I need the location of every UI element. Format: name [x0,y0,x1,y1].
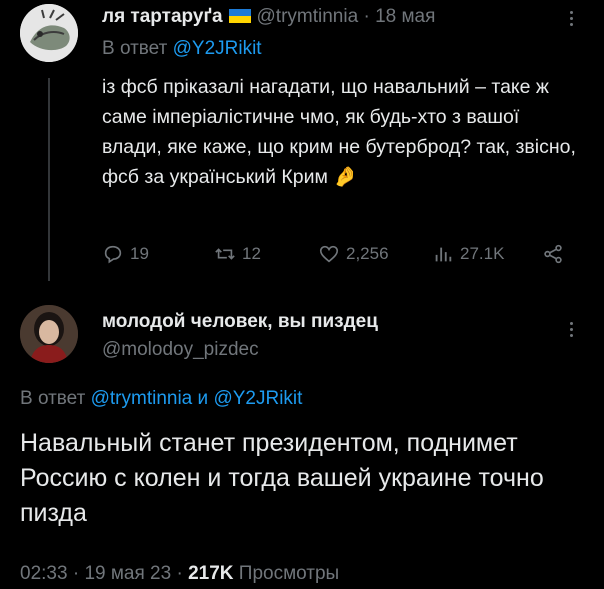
reply-prefix: В ответ [102,38,168,59]
avatar-trymtinnia[interactable] [20,4,78,62]
tweet1-display-name[interactable]: ля тартаруґа [102,6,223,27]
ukraine-flag-icon [228,9,251,23]
tweet2-display-name[interactable]: молодой человек, вы пиздец [102,311,378,333]
views-icon [435,247,452,262]
like-count: 2,256 [346,244,389,263]
tweet1-text: із фсб пріказалі нагадати, що навальний … [102,72,582,192]
tweet1-handle[interactable]: @trymtinnia [257,6,359,27]
retweet-icon [215,248,235,260]
share-button[interactable] [542,243,564,265]
retweet-count: 12 [242,244,261,263]
tweet2-views-count: 217K [188,563,234,584]
reply-button[interactable]: 19 [102,243,149,265]
avatar-molodoy-pizdec[interactable] [20,305,78,363]
tweet1-header: ля тартаруґа @trymtinnia · 18 мая [102,6,435,28]
tweet2-meta: 02:33 · 19 мая 23 · 217K Просмотры [20,563,339,585]
reply-mention[interactable]: @Y2JRikit [173,38,262,59]
reply-icon [104,245,122,264]
tweet2-reply-context: В ответ @trymtinnia и @Y2JRikit [20,388,302,410]
like-icon [319,245,339,263]
reply-mention-2[interactable]: @Y2JRikit [213,388,302,409]
thread-connector-line [48,78,50,281]
tweet1-reply-context: В ответ @Y2JRikit [102,38,262,60]
views-button[interactable]: 27.1K [432,243,504,265]
tweet2-views-label: Просмотры [238,563,340,584]
tweet2-text: Навальный станет президентом, поднимет Р… [20,429,544,527]
reply-mention-1[interactable]: @trymtinnia [91,388,193,409]
separator: · [72,563,80,584]
more-icon[interactable] [570,322,574,342]
separator: · [176,563,183,584]
reply-count: 19 [130,244,149,263]
tweet2-time[interactable]: 02:33 [20,563,68,584]
reply-prefix: В ответ [20,388,86,409]
tweet1-action-bar: 19 12 2,256 27.1K [102,243,582,271]
views-count: 27.1K [460,244,505,263]
tweet1-date[interactable]: 18 мая [375,6,435,27]
share-icon [544,244,562,264]
pinched-fingers-emoji-icon: 🤌 [333,165,358,188]
tweet2-handle[interactable]: @molodoy_pizdec [102,339,259,361]
more-icon[interactable] [570,11,574,31]
like-button[interactable]: 2,256 [318,243,389,265]
retweet-button[interactable]: 12 [214,243,261,265]
reply-and: и [197,388,209,409]
tweet2-date[interactable]: 19 мая 23 [84,563,171,584]
tweet1-separator: · [363,6,370,27]
